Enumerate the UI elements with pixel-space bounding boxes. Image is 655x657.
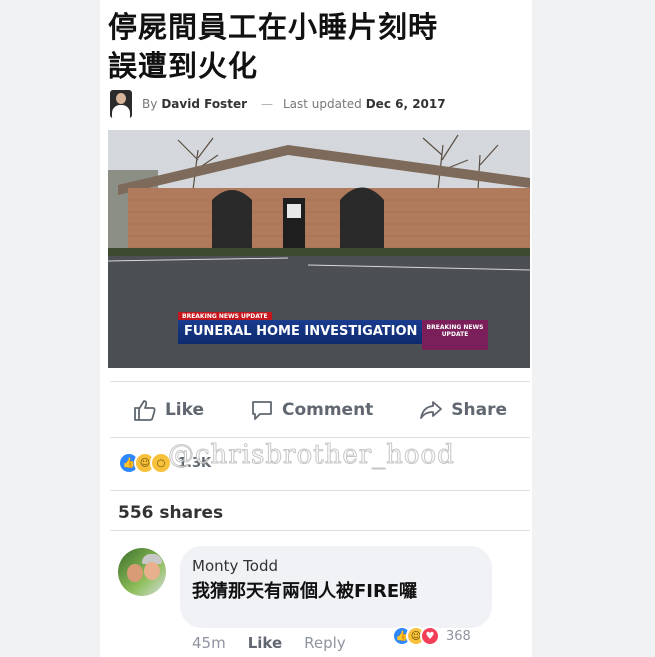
comment-button[interactable]: Comment	[250, 399, 373, 421]
love-icon: ♥	[420, 626, 440, 646]
comment-reply-button[interactable]: Reply	[304, 634, 346, 652]
byline-separator: —	[261, 97, 273, 111]
like-button[interactable]: Like	[133, 399, 204, 421]
watermark-text: @chrisbrother_hood	[168, 440, 455, 471]
divider	[110, 530, 530, 531]
share-button[interactable]: Share	[419, 399, 507, 421]
action-bar: Like Comment Share	[110, 390, 530, 430]
avatar-face	[144, 562, 160, 580]
article-headline[interactable]: 停屍間員工在小睡片刻時 誤遭到火化	[108, 8, 528, 86]
comment-reactions[interactable]: 👍 ☺ ♥ 368	[392, 625, 471, 647]
headline-line-1: 停屍間員工在小睡片刻時	[108, 10, 439, 44]
byline-prefix: By	[142, 97, 158, 111]
avatar-face	[127, 564, 143, 582]
comment-like-button[interactable]: Like	[248, 634, 282, 652]
comment-icon	[252, 401, 272, 420]
commenter-avatar[interactable]	[118, 548, 166, 596]
shares-count[interactable]: 556 shares	[118, 503, 223, 523]
comment-label: Comment	[281, 400, 374, 420]
divider	[110, 490, 530, 491]
banner-main-text: FUNERAL HOME INVESTIGATION	[178, 320, 424, 344]
comment-meta: 45m Like Reply	[192, 632, 368, 654]
author-name[interactable]: David Foster	[161, 97, 247, 111]
share-label: Share	[451, 400, 507, 420]
updated-label: Last updated	[283, 97, 362, 111]
divider	[110, 437, 530, 438]
updated-date: Dec 6, 2017	[365, 97, 446, 111]
share-icon	[420, 401, 443, 419]
comment-reaction-count: 368	[446, 628, 471, 644]
news-banner: BREAKING NEWS UPDATE FUNERAL HOME INVEST…	[178, 312, 490, 350]
divider	[110, 381, 530, 382]
byline: By David Foster — Last updated Dec 6, 20…	[110, 88, 446, 120]
comment-text: 我猜那天有兩個人被FIRE囉	[192, 581, 418, 602]
commenter-name[interactable]: Monty Todd	[192, 557, 278, 575]
banner-logo: BREAKING NEWS UPDATE	[422, 320, 488, 350]
author-avatar[interactable]	[110, 90, 132, 118]
comment-time[interactable]: 45m	[192, 634, 226, 652]
like-label: Like	[164, 400, 205, 420]
headline-line-2: 誤遭到火化	[108, 49, 259, 83]
thumbs-up-icon	[134, 400, 156, 421]
